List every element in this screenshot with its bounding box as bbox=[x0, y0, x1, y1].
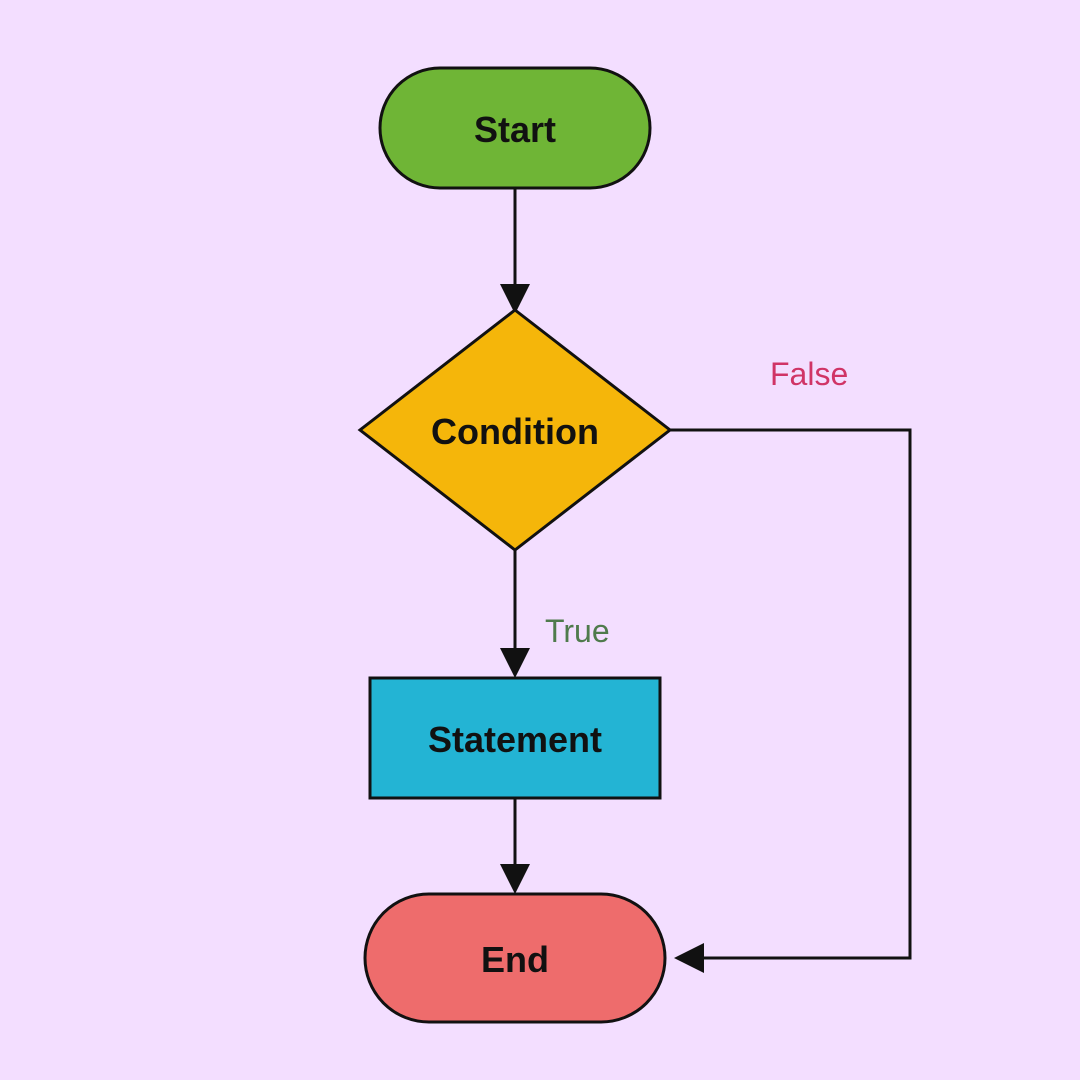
end-node: End bbox=[365, 894, 665, 1022]
statement-label: Statement bbox=[428, 719, 602, 760]
false-label: False bbox=[770, 356, 848, 392]
true-label: True bbox=[545, 613, 610, 649]
start-node: Start bbox=[380, 68, 650, 188]
condition-node: Condition bbox=[360, 310, 670, 550]
flowchart-diagram: Start Condition True Statement End False bbox=[0, 0, 1080, 1080]
arrow-condition-to-end-false bbox=[670, 430, 910, 958]
start-label: Start bbox=[474, 109, 556, 150]
statement-node: Statement bbox=[370, 678, 660, 798]
condition-label: Condition bbox=[431, 411, 599, 452]
end-label: End bbox=[481, 939, 549, 980]
